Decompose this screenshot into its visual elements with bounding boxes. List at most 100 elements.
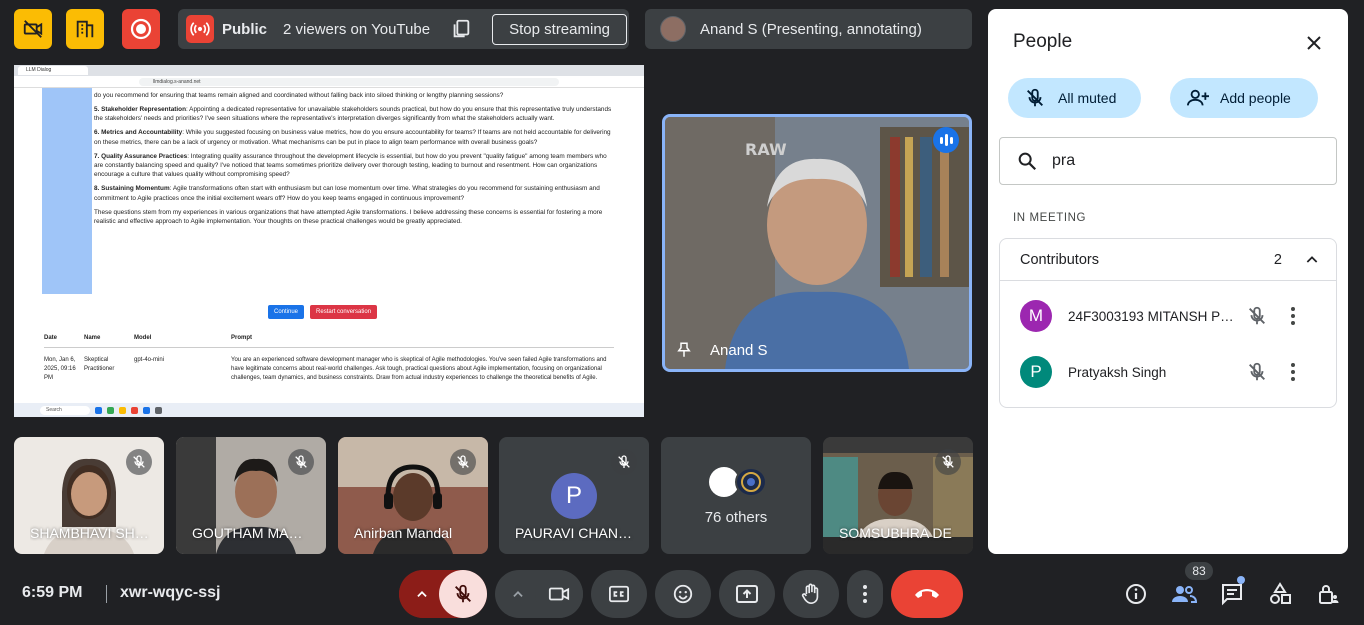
- column-header: Date: [44, 335, 58, 341]
- host-controls-button[interactable]: [1313, 579, 1343, 609]
- pin-icon[interactable]: [675, 340, 693, 360]
- document-paragraph: These questions stem from my experiences…: [94, 208, 614, 227]
- paragraph-heading: 7. Quality Assurance Practices: [94, 152, 188, 160]
- column-header: Prompt: [231, 335, 252, 341]
- people-button[interactable]: [1169, 579, 1199, 609]
- mic-off-icon: [611, 449, 637, 475]
- recording-icon: [130, 18, 152, 40]
- captions-icon: [609, 585, 629, 603]
- meeting-code: xwr-wqyc-ssj: [120, 584, 221, 601]
- participant-tile[interactable]: SHAMBHAVI SHRIVASTAVA: [14, 437, 164, 554]
- taskbar-app-icon: [131, 406, 138, 414]
- broadcast-icon: [186, 15, 214, 43]
- mic-off-icon: [450, 449, 476, 475]
- more-options-icon[interactable]: [1290, 362, 1296, 382]
- list-item[interactable]: P Pratyaksh Singh: [1000, 344, 1336, 400]
- presenter-bar[interactable]: Anand S (Presenting, annotating): [645, 9, 972, 49]
- copy-link-icon[interactable]: [450, 18, 472, 40]
- search-value: pra: [1052, 152, 1076, 169]
- taskbar-search: Search: [40, 405, 90, 415]
- camera-button[interactable]: [535, 570, 583, 618]
- captions-button[interactable]: [591, 570, 647, 618]
- search-people-input[interactable]: pra: [999, 137, 1337, 185]
- others-count: 76 others: [704, 509, 768, 526]
- taskbar-app-icon: [155, 406, 162, 414]
- activities-icon: [1270, 582, 1291, 604]
- live-stream-bar: Public 2 viewers on YouTube Stop streami…: [178, 9, 629, 49]
- meeting-details-button[interactable]: [1121, 579, 1151, 609]
- paragraph-text: These questions stem from my experiences…: [94, 208, 603, 225]
- activities-button[interactable]: [1265, 579, 1295, 609]
- call-end-icon: [915, 589, 939, 598]
- paragraph-heading: 8. Sustaining Momentum: [94, 185, 170, 193]
- emoji-button[interactable]: [655, 570, 711, 618]
- document-paragraph: do you recommend for ensuring that teams…: [94, 91, 614, 100]
- column-header: Name: [84, 335, 101, 341]
- participant-tile[interactable]: P PAURAVI CHANDRA: [499, 437, 649, 554]
- companion-mode-button[interactable]: [66, 9, 104, 49]
- windows-taskbar: Search: [14, 403, 644, 417]
- notification-dot: [1237, 576, 1245, 584]
- group-label: Contributors: [1020, 251, 1099, 268]
- raise-hand-icon: [801, 583, 819, 604]
- presenter-label: Anand S (Presenting, annotating): [700, 20, 922, 38]
- taskbar-app-icon: [107, 406, 114, 414]
- avatar: P: [551, 473, 597, 519]
- more-options-icon[interactable]: [1290, 306, 1296, 326]
- section-label: IN MEETING: [1013, 212, 1087, 224]
- participant-tile[interactable]: GOUTHAM MANOHAR: [176, 437, 326, 554]
- present-screen-icon: [736, 585, 758, 603]
- companion-icon: [76, 20, 94, 38]
- browser-url-bar: llmdialog.s-anand.net: [14, 76, 644, 88]
- shared-document-body: do you recommend for ensuring that teams…: [94, 91, 614, 231]
- raise-hand-button[interactable]: [783, 570, 839, 618]
- person-name: Pratyaksh Singh: [1068, 364, 1167, 380]
- avatar: M: [1020, 300, 1052, 332]
- taskbar-app-icon: [143, 406, 150, 414]
- mic-off-icon[interactable]: [1246, 305, 1268, 327]
- meeting-time: 6:59 PM: [22, 584, 83, 601]
- close-panel-button[interactable]: [1300, 29, 1328, 57]
- participant-tile[interactable]: SOMSUBHRA DE: [823, 437, 973, 554]
- microphone-button[interactable]: [439, 570, 487, 618]
- document-paragraph: 8. Sustaining Momentum: Agile transforma…: [94, 184, 614, 203]
- participant-name: PAURAVI CHANDRA: [515, 525, 635, 541]
- info-icon: [1126, 584, 1146, 604]
- table-cell-model: gpt-4o-mini: [134, 357, 165, 363]
- chevron-up-icon: [417, 591, 427, 597]
- svg-text:RAW: RAW: [745, 140, 787, 159]
- mic-off-icon[interactable]: [1246, 361, 1268, 383]
- list-item[interactable]: M 24F3003193 MITANSH PRATAP SINGH: [1000, 288, 1336, 344]
- table-cell-prompt: You are an experienced software developm…: [231, 357, 607, 381]
- live-visibility: Public: [222, 20, 268, 38]
- recording-button[interactable]: [122, 9, 160, 49]
- video-off-button[interactable]: [14, 9, 52, 49]
- chat-icon: [1222, 584, 1242, 606]
- speaker-name: Anand S: [710, 342, 768, 359]
- more-options-button[interactable]: [847, 570, 883, 618]
- others-tile[interactable]: 76 others: [661, 437, 811, 554]
- speaking-indicator-icon: [933, 127, 959, 153]
- mute-all-button[interactable]: All muted: [1008, 78, 1141, 118]
- chevron-up-icon: [1304, 252, 1320, 268]
- browser-tab-bar: LLM Dialog: [14, 65, 644, 76]
- leave-call-button[interactable]: [891, 570, 963, 618]
- mic-off-icon: [288, 449, 314, 475]
- paragraph-text: do you recommend for ensuring that teams…: [94, 92, 504, 99]
- participant-tile[interactable]: Anirban Mandal: [338, 437, 488, 554]
- taskbar-app-icon: [95, 406, 102, 414]
- document-paragraph: 5. Stakeholder Representation: Appointin…: [94, 105, 614, 124]
- contributors-group: Contributors 2 M 24F3003193 MITANSH PRAT…: [999, 238, 1337, 408]
- add-person-icon: [1187, 89, 1209, 106]
- present-screen-button[interactable]: [719, 570, 775, 618]
- contributors-header[interactable]: Contributors 2: [1000, 239, 1336, 281]
- browser-url: llmdialog.s-anand.net: [139, 77, 559, 86]
- video-off-icon: [23, 20, 43, 38]
- stop-streaming-button[interactable]: Stop streaming: [492, 13, 628, 45]
- emoji-icon: [673, 584, 693, 604]
- mic-off-icon: [126, 449, 152, 475]
- active-speaker-tile[interactable]: RAW Anand S: [662, 114, 972, 372]
- close-icon: [1307, 36, 1321, 50]
- add-people-button[interactable]: Add people: [1170, 78, 1318, 118]
- restart-conversation-button: Restart conversation: [310, 305, 378, 319]
